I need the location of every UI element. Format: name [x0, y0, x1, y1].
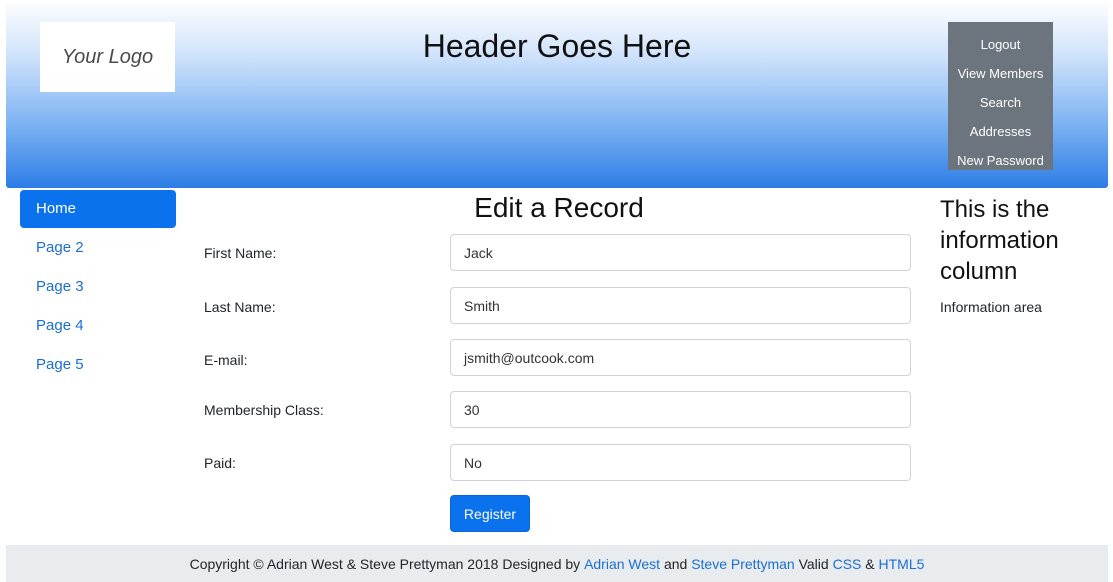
- page-header: Your Logo Header Goes Here Logout View M…: [6, 0, 1108, 188]
- footer-ampersand: &: [865, 555, 875, 572]
- last-name-field[interactable]: Smith: [450, 287, 911, 324]
- footer-and-text: and: [663, 555, 688, 572]
- sidebar-item-page-2[interactable]: Page 2: [20, 229, 176, 267]
- footer-css-link[interactable]: CSS: [833, 556, 862, 572]
- paid-label: Paid:: [204, 455, 236, 471]
- last-name-label: Last Name:: [204, 299, 276, 315]
- footer-html5-link[interactable]: HTML5: [879, 556, 925, 572]
- sidebar-item-page-3[interactable]: Page 3: [20, 268, 176, 306]
- info-column-heading: This is the information column: [940, 196, 1059, 285]
- page-footer: Copyright © Adrian West & Steve Prettyma…: [6, 545, 1108, 582]
- info-area-text: Information area: [940, 299, 1042, 315]
- sidebar-item-page-4[interactable]: Page 4: [20, 307, 176, 345]
- footer-author-adrian-link[interactable]: Adrian West: [584, 556, 660, 572]
- top-menu: Logout View Members Search Addresses New…: [948, 22, 1053, 170]
- menu-new-password-link[interactable]: New Password: [957, 146, 1044, 175]
- email-field[interactable]: jsmith@outcook.com: [450, 339, 911, 376]
- sidebar-item-home[interactable]: Home: [20, 190, 176, 228]
- first-name-label: First Name:: [204, 245, 277, 261]
- footer-author-steve-link[interactable]: Steve Prettyman: [691, 556, 795, 572]
- footer-valid-text: Valid: [798, 555, 829, 572]
- membership-class-label: Membership Class:: [204, 402, 324, 418]
- register-button[interactable]: Register: [450, 495, 530, 532]
- form-title: Edit a Record: [474, 192, 644, 223]
- menu-view-members-link[interactable]: View Members: [958, 59, 1044, 88]
- menu-logout-link[interactable]: Logout: [981, 30, 1021, 59]
- menu-addresses-link[interactable]: Addresses: [970, 117, 1031, 146]
- first-name-field[interactable]: Jack: [450, 234, 911, 271]
- site-logo[interactable]: Your Logo: [40, 22, 175, 92]
- email-label: E-mail:: [204, 352, 248, 368]
- footer-copyright: Copyright © Adrian West & Steve Prettyma…: [189, 555, 581, 572]
- menu-search-link[interactable]: Search: [980, 88, 1021, 117]
- sidebar-nav: Home Page 2 Page 3 Page 4 Page 5: [20, 190, 176, 385]
- membership-class-field[interactable]: 30: [450, 391, 911, 428]
- paid-field[interactable]: No: [450, 444, 911, 481]
- sidebar-item-page-5[interactable]: Page 5: [20, 346, 176, 384]
